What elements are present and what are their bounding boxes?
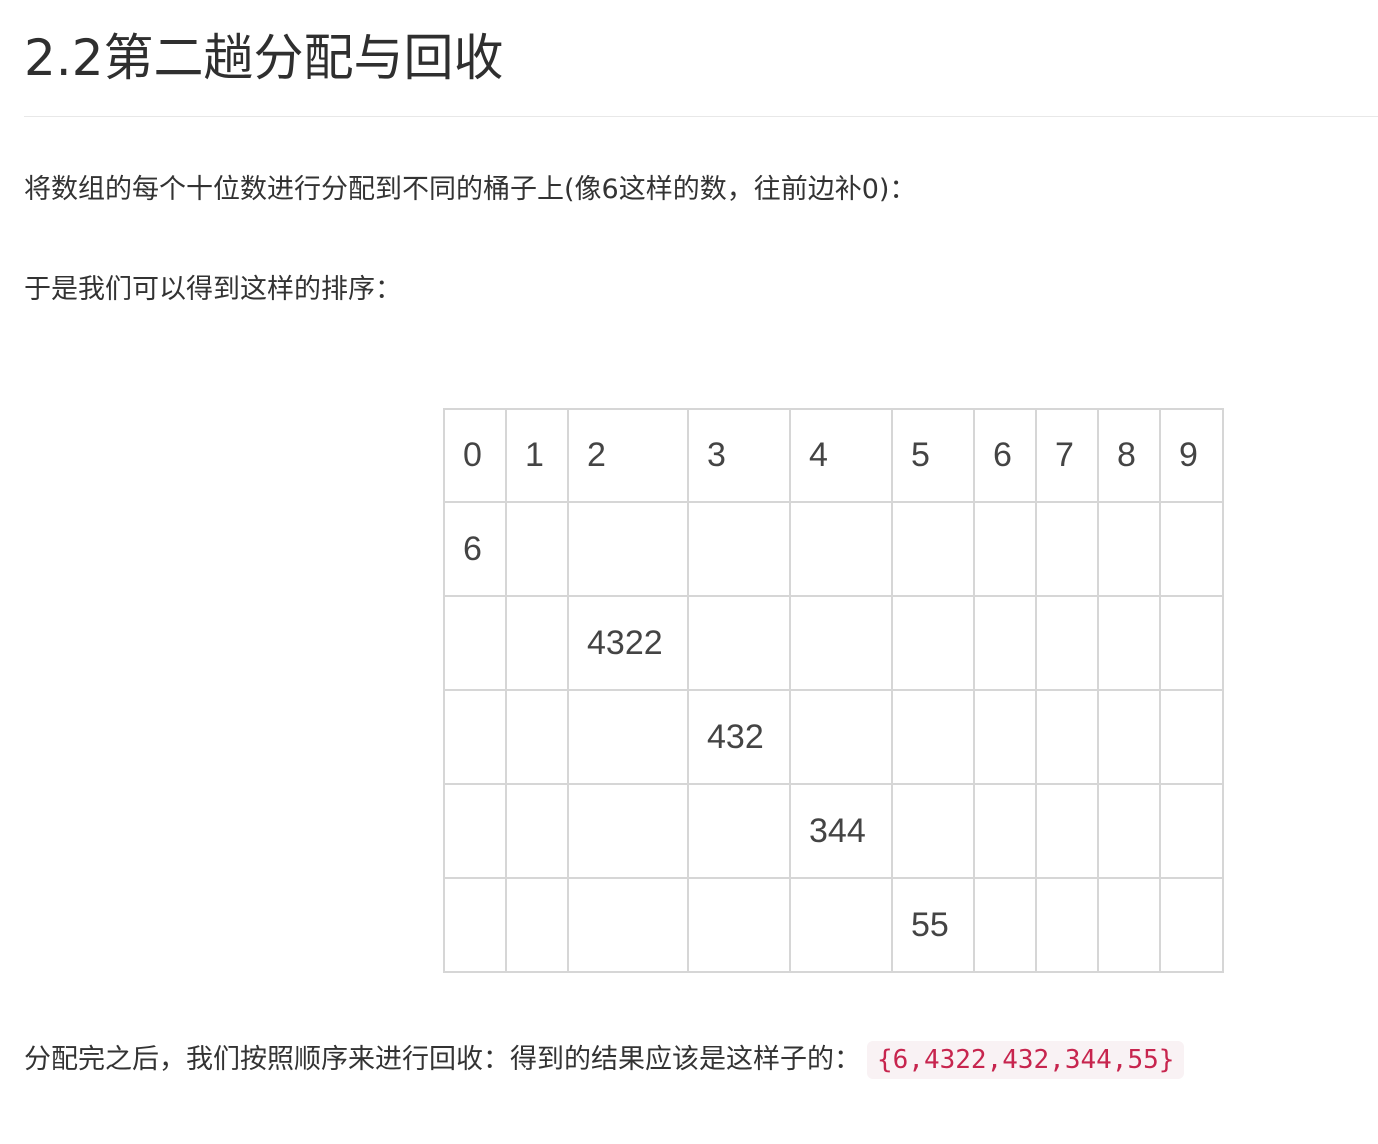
bucket-cell	[1035, 877, 1099, 973]
bucket-cell	[1097, 783, 1161, 879]
bucket-cell	[1159, 595, 1224, 691]
bucket-table: 0 1 2 3 4 5 6 7 8 9 6 4322 432 344 55	[443, 408, 1224, 973]
bucket-cell	[505, 595, 569, 691]
bucket-cell	[567, 689, 689, 785]
bucket-header-cell: 5	[891, 408, 975, 503]
bucket-cell	[973, 595, 1037, 691]
bucket-cell	[973, 783, 1037, 879]
bucket-cell: 432	[687, 689, 791, 785]
bucket-cell	[973, 501, 1037, 597]
bucket-cell	[567, 783, 689, 879]
bucket-cell	[567, 501, 689, 597]
bucket-header-cell: 2	[567, 408, 689, 503]
conclusion-text: 分配完之后，我们按照顺序来进行回收：得到的结果应该是这样子的：	[24, 1044, 861, 1075]
bucket-cell	[891, 595, 975, 691]
bucket-cell	[443, 595, 507, 691]
bucket-cell	[789, 595, 893, 691]
bucket-cell	[973, 877, 1037, 973]
bucket-cell	[973, 689, 1037, 785]
intro-paragraph: 将数组的每个十位数进行分配到不同的桶子上(像6这样的数，往前边补0)：	[24, 174, 917, 205]
bucket-cell	[567, 877, 689, 973]
bucket-cell	[443, 877, 507, 973]
bucket-row: 4322	[443, 595, 1224, 691]
bucket-cell	[1097, 689, 1161, 785]
bucket-row: 6	[443, 501, 1224, 597]
bucket-cell	[891, 689, 975, 785]
bucket-header-cell: 6	[973, 408, 1037, 503]
bucket-cell: 344	[789, 783, 893, 879]
bucket-cell: 55	[891, 877, 975, 973]
bucket-cell	[443, 689, 507, 785]
heading-divider	[24, 116, 1378, 117]
result-intro-paragraph: 于是我们可以得到这样的排序：	[24, 274, 402, 305]
bucket-cell	[1159, 689, 1224, 785]
bucket-cell	[1035, 689, 1099, 785]
bucket-header-cell: 0	[443, 408, 507, 503]
section-heading: 2.2第二趟分配与回收	[24, 29, 504, 87]
bucket-cell	[687, 877, 791, 973]
bucket-cell: 6	[443, 501, 507, 597]
conclusion-paragraph: 分配完之后，我们按照顺序来进行回收：得到的结果应该是这样子的： {6,4322,4…	[24, 1040, 1185, 1080]
bucket-cell	[1159, 501, 1224, 597]
bucket-cell	[1097, 877, 1161, 973]
bucket-cell	[687, 501, 791, 597]
bucket-cell: 4322	[567, 595, 689, 691]
bucket-header-cell: 3	[687, 408, 791, 503]
bucket-cell	[505, 501, 569, 597]
bucket-cell	[1159, 783, 1224, 879]
bucket-header-row: 0 1 2 3 4 5 6 7 8 9	[443, 408, 1224, 503]
bucket-cell	[443, 783, 507, 879]
bucket-cell	[1097, 595, 1161, 691]
bucket-header-cell: 4	[789, 408, 893, 503]
bucket-cell	[1035, 595, 1099, 691]
bucket-row: 344	[443, 783, 1224, 879]
bucket-header-cell: 8	[1097, 408, 1161, 503]
bucket-cell	[687, 595, 791, 691]
bucket-cell	[1035, 501, 1099, 597]
bucket-cell	[789, 689, 893, 785]
result-code-inline: {6,4322,432,344,55}	[867, 1041, 1185, 1079]
bucket-cell	[789, 877, 893, 973]
bucket-cell	[891, 501, 975, 597]
bucket-row: 55	[443, 877, 1224, 973]
bucket-cell	[1035, 783, 1099, 879]
bucket-cell	[505, 689, 569, 785]
bucket-cell	[1097, 501, 1161, 597]
bucket-cell	[505, 783, 569, 879]
bucket-row: 432	[443, 689, 1224, 785]
bucket-header-cell: 1	[505, 408, 569, 503]
bucket-cell	[789, 501, 893, 597]
bucket-cell	[505, 877, 569, 973]
bucket-header-cell: 9	[1159, 408, 1224, 503]
bucket-cell	[1159, 877, 1224, 973]
bucket-cell	[687, 783, 791, 879]
bucket-header-cell: 7	[1035, 408, 1099, 503]
bucket-cell	[891, 783, 975, 879]
